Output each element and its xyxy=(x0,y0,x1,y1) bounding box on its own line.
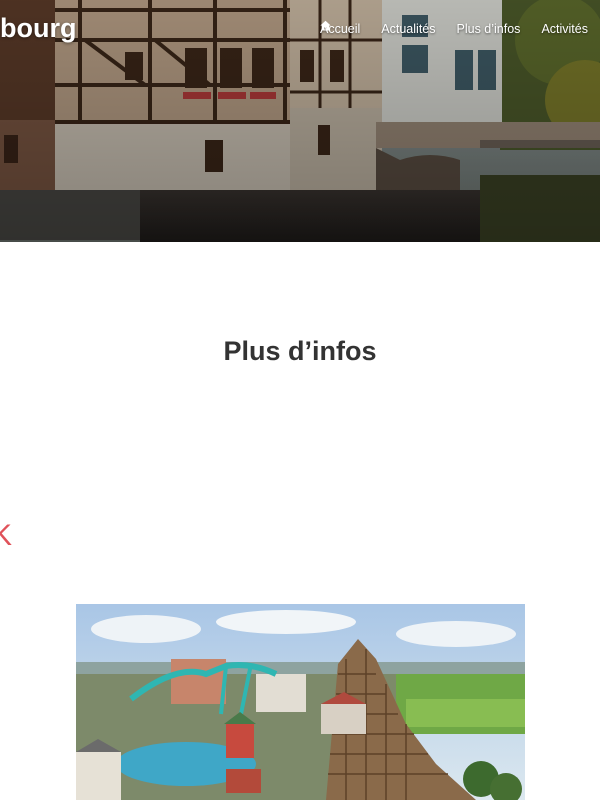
nav-item-accueil[interactable]: Accueil xyxy=(320,20,360,36)
page-title: Plus d’infos xyxy=(223,336,377,366)
partial-heading-letter: K xyxy=(0,519,13,552)
site-logo-text[interactable]: bourg xyxy=(0,13,76,44)
main-navigation: Accueil Actualités Plus d’infos Activité… xyxy=(320,20,588,38)
nav-item-plus-dinfos[interactable]: Plus d’infos xyxy=(457,22,521,36)
nav-item-label: Actualités xyxy=(381,22,436,36)
amusement-park-image xyxy=(76,604,525,800)
nav-item-actualites[interactable]: Actualités xyxy=(381,22,435,36)
nav-item-label: Plus d’infos xyxy=(456,22,521,36)
home-icon xyxy=(320,20,331,31)
amusement-park-photo xyxy=(76,604,525,800)
nav-item-activites[interactable]: Activités xyxy=(541,22,588,36)
hero-header: bourg Accueil Actualités Plus d’infos Ac… xyxy=(0,0,600,242)
nav-item-label: Activités xyxy=(541,22,588,36)
